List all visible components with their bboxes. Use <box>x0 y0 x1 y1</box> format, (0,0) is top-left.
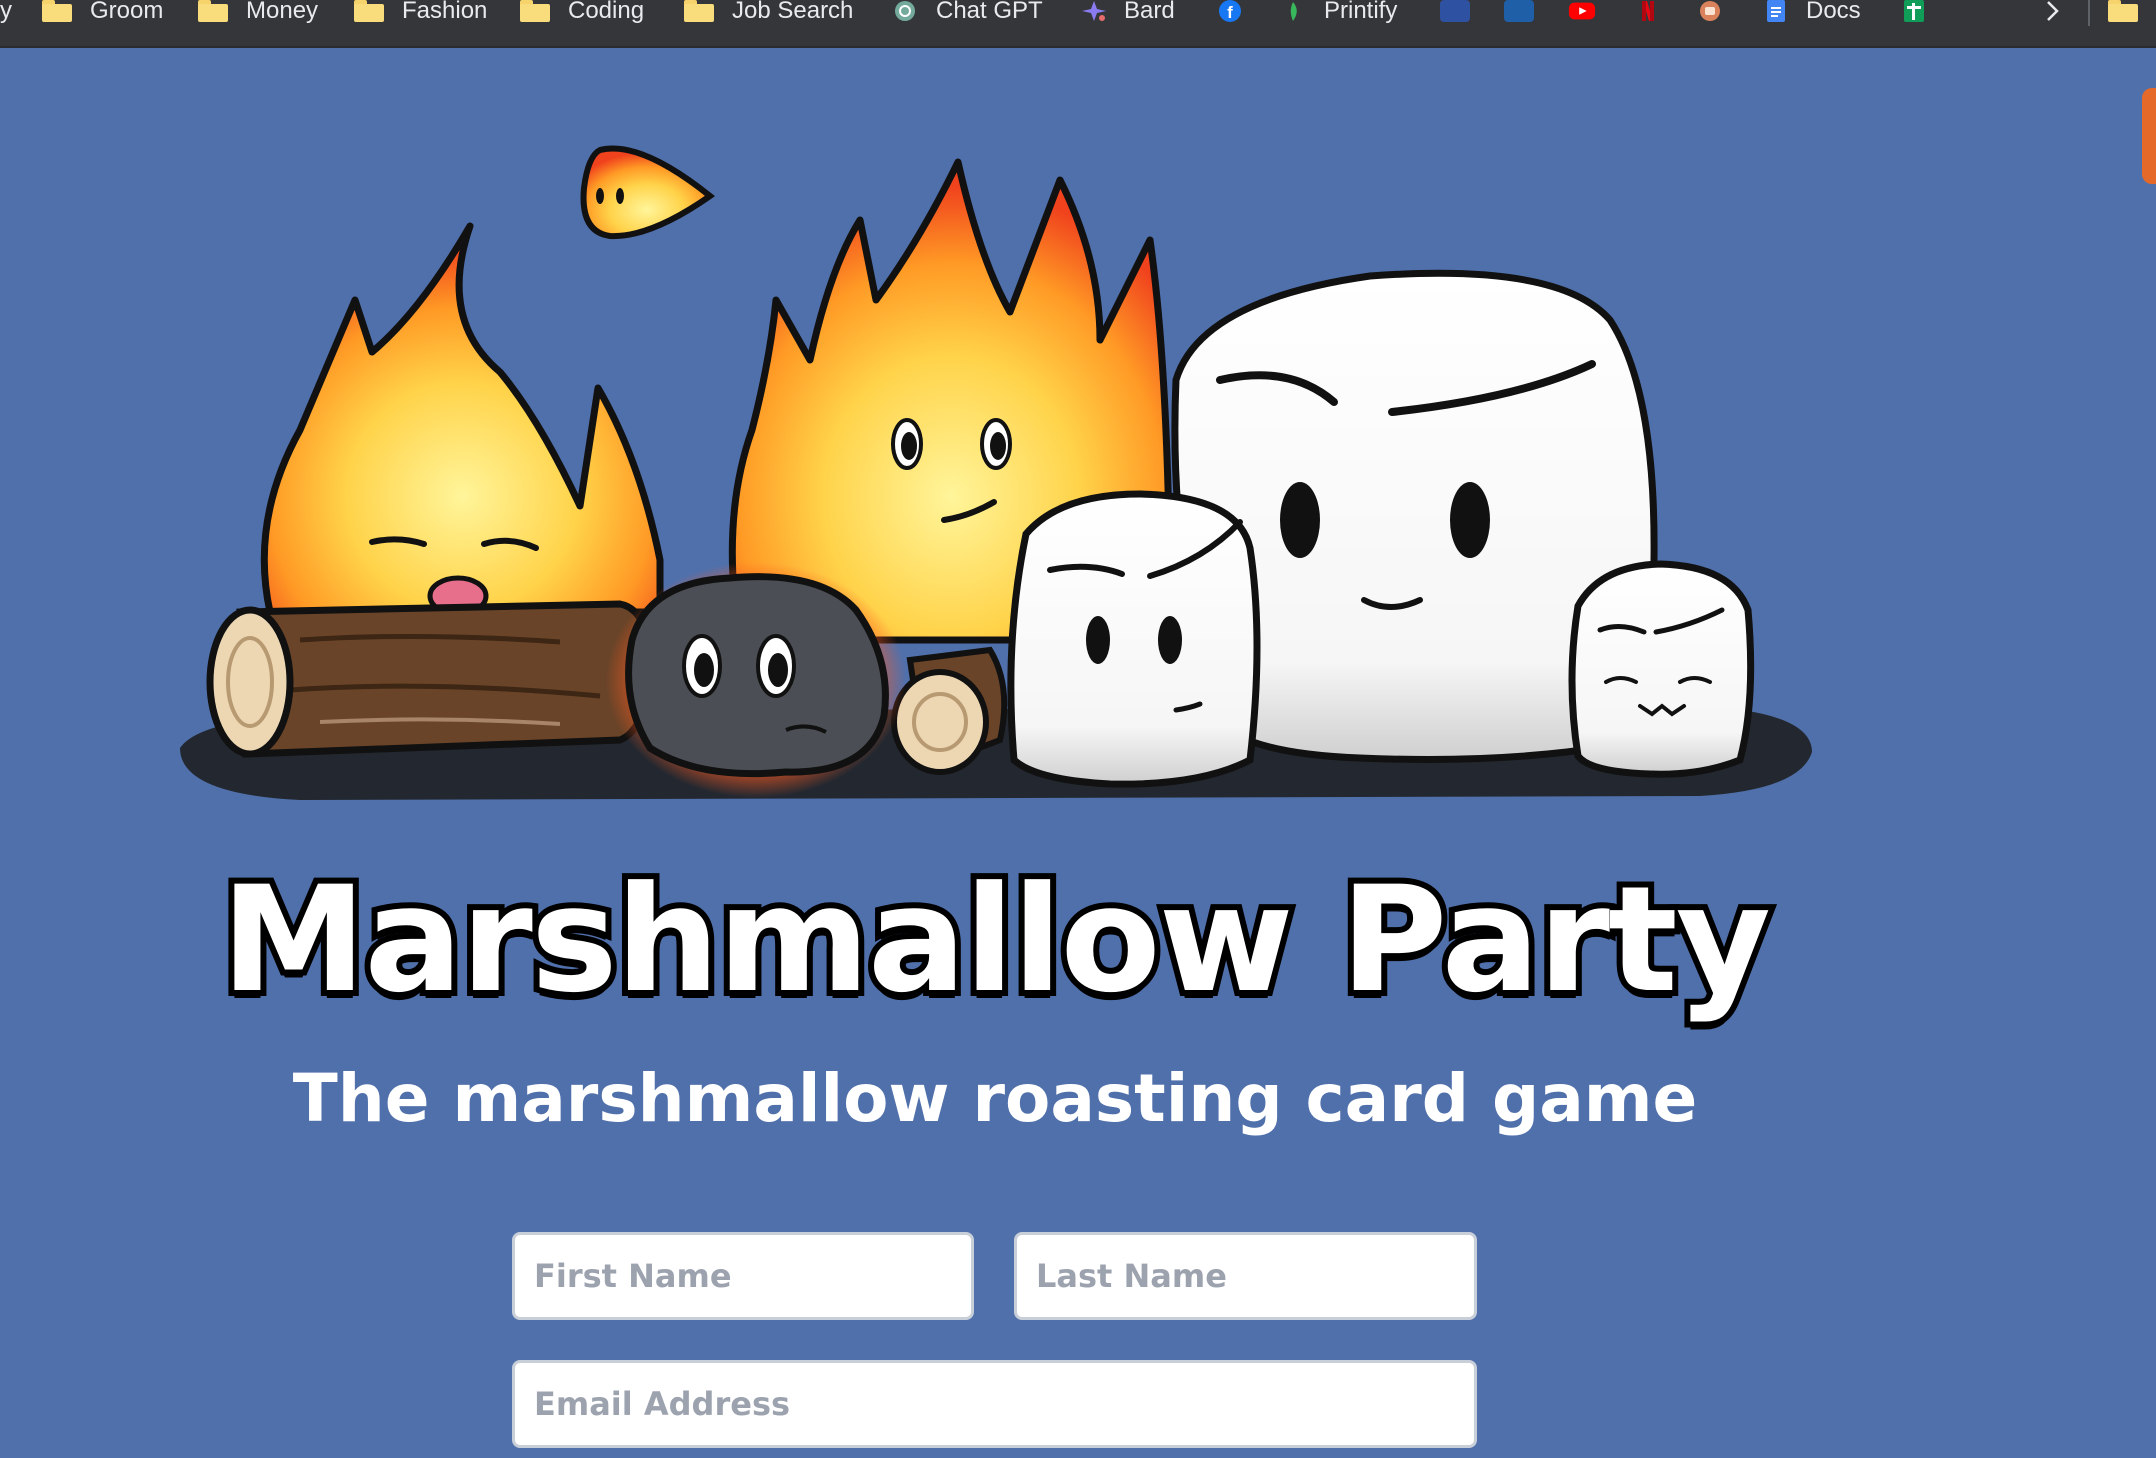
hero-illustration <box>180 145 1812 800</box>
log <box>236 600 654 758</box>
page-title: Marshmallow Party <box>215 849 1777 1031</box>
page-subtitle: The marshmallow roasting card game <box>292 1060 1698 1137</box>
email-input[interactable] <box>512 1360 1477 1448</box>
first-name-input[interactable] <box>512 1232 974 1320</box>
last-name-input[interactable] <box>1014 1232 1477 1320</box>
left-flame-character <box>260 222 664 616</box>
small-marshmallow-character <box>1568 560 1755 778</box>
